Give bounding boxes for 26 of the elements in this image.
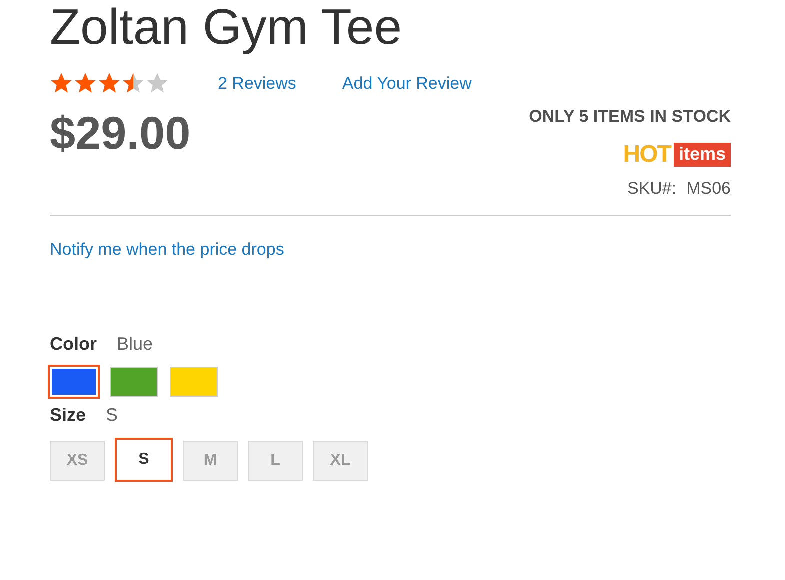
- price-alert-link[interactable]: Notify me when the price drops: [50, 240, 284, 260]
- add-review-link[interactable]: Add Your Review: [342, 74, 472, 94]
- price: $29.00: [50, 106, 191, 161]
- stock-status: ONLY 5 ITEMS IN STOCK: [529, 107, 731, 127]
- items-label: items: [674, 143, 731, 167]
- sku-label: SKU#:: [627, 179, 677, 199]
- color-swatch[interactable]: [110, 367, 158, 397]
- size-option[interactable]: L: [248, 441, 303, 481]
- sku-value: MS06: [686, 179, 731, 199]
- size-option[interactable]: M: [183, 441, 238, 481]
- reviews-link[interactable]: 2 Reviews: [218, 74, 296, 94]
- size-option[interactable]: XS: [50, 441, 105, 481]
- size-value: S: [106, 405, 118, 426]
- color-label: Color: [50, 334, 97, 355]
- color-value: Blue: [117, 334, 154, 355]
- size-label: Size: [50, 405, 86, 426]
- size-option[interactable]: XL: [313, 441, 368, 481]
- star-icon: [122, 72, 145, 95]
- hot-label: HOT: [623, 141, 671, 169]
- star-icon: [50, 72, 73, 95]
- star-icon: [98, 72, 121, 95]
- product-title: Zoltan Gym Tee: [50, 0, 404, 57]
- star-icon: [146, 72, 169, 95]
- color-swatch[interactable]: [170, 367, 218, 397]
- size-option[interactable]: S: [115, 438, 173, 482]
- star-icon: [74, 72, 97, 95]
